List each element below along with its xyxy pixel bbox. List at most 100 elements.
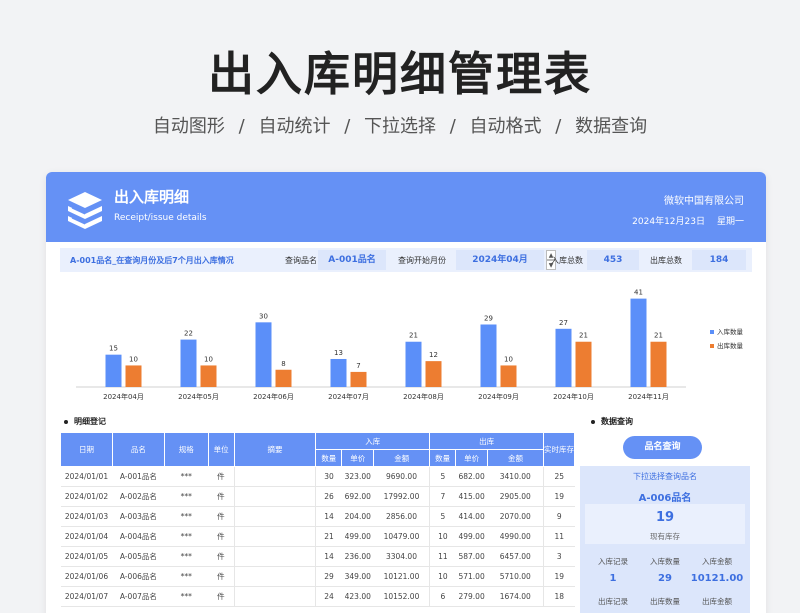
table-cell[interactable]: *** [164, 526, 209, 547]
table-cell[interactable]: 件 [208, 466, 235, 487]
table-cell[interactable]: 2024/01/07 [60, 586, 113, 607]
table-cell[interactable] [233, 586, 316, 607]
table-cell[interactable]: 9690.00 [373, 466, 430, 487]
table-cell[interactable]: 4990.00 [487, 526, 544, 547]
x-tick-label: 2024年08月 [403, 392, 444, 401]
table-cell[interactable]: 24 [315, 586, 342, 607]
product-query-select[interactable]: A-001品名 [318, 250, 386, 270]
table-cell[interactable]: 17992.00 [373, 486, 430, 507]
table-cell[interactable]: 10121.00 [373, 566, 430, 587]
table-cell[interactable]: A-007品名 [112, 586, 165, 607]
table-cell[interactable]: 204.00 [341, 506, 374, 527]
feature-list: 自动图形 / 自动统计 / 下拉选择 / 自动格式 / 数据查询 [0, 112, 800, 138]
feature-separator: / [555, 116, 562, 137]
table-cell[interactable]: A-002品名 [112, 486, 165, 507]
table-cell[interactable]: 323.00 [341, 466, 374, 487]
table-cell[interactable]: 件 [208, 506, 235, 527]
table-cell[interactable]: *** [164, 586, 209, 607]
table-cell[interactable]: *** [164, 486, 209, 507]
bar [405, 341, 422, 387]
table-cell[interactable]: 414.00 [455, 506, 488, 527]
table-cell[interactable]: 10 [429, 526, 456, 547]
table-cell[interactable]: 26 [315, 486, 342, 507]
table-cell[interactable]: 2856.00 [373, 506, 430, 527]
table-cell[interactable]: *** [164, 566, 209, 587]
table-cell[interactable] [233, 486, 316, 507]
table-cell[interactable] [233, 506, 316, 527]
table-cell[interactable]: 21 [315, 526, 342, 547]
table-cell[interactable]: 11 [542, 526, 575, 547]
table-cell[interactable]: 2024/01/04 [60, 526, 113, 547]
table-cell[interactable]: A-001品名 [112, 466, 165, 487]
table-cell[interactable]: 10479.00 [373, 526, 430, 547]
table-cell[interactable]: A-004品名 [112, 526, 165, 547]
table-cell[interactable]: 11 [429, 546, 456, 567]
table-cell[interactable]: 18 [542, 586, 575, 607]
table-cell[interactable]: 7 [429, 486, 456, 507]
table-cell[interactable]: 10 [429, 566, 456, 587]
table-cell[interactable]: 19 [542, 566, 575, 587]
table-cell[interactable]: 2024/01/01 [60, 466, 113, 487]
table-cell[interactable]: 29 [315, 566, 342, 587]
table-cell[interactable]: 2024/01/02 [60, 486, 113, 507]
table-cell[interactable]: 14 [315, 506, 342, 527]
table-cell[interactable]: 3 [542, 546, 575, 567]
table-cell[interactable]: 件 [208, 546, 235, 567]
table-cell[interactable]: 2024/01/06 [60, 566, 113, 587]
table-cell[interactable]: 1674.00 [487, 586, 544, 607]
table-cell[interactable]: 5710.00 [487, 566, 544, 587]
table-cell[interactable]: 349.00 [341, 566, 374, 587]
table-cell[interactable]: 499.00 [341, 526, 374, 547]
query-section-title: 数据查询 [591, 416, 633, 427]
table-cell[interactable]: A-005品名 [112, 546, 165, 567]
table-cell[interactable]: 25 [542, 466, 575, 487]
company-name: 微软中国有限公司 [664, 196, 744, 207]
weekday-value: 星期一 [716, 217, 744, 227]
table-cell[interactable] [233, 566, 316, 587]
month-query-input[interactable]: 2024年04月 [456, 250, 544, 270]
table-cell[interactable]: 5 [429, 506, 456, 527]
table-cell[interactable]: 3304.00 [373, 546, 430, 567]
table-cell[interactable]: A-006品名 [112, 566, 165, 587]
stock-label: 现有库存 [650, 532, 680, 541]
table-cell[interactable]: 692.00 [341, 486, 374, 507]
table-cell[interactable] [233, 466, 316, 487]
table-cell[interactable]: 2905.00 [487, 486, 544, 507]
table-cell[interactable]: 587.00 [455, 546, 488, 567]
table-cell[interactable]: 30 [315, 466, 342, 487]
table-cell[interactable]: 6 [429, 586, 456, 607]
table-cell[interactable]: 6457.00 [487, 546, 544, 567]
table-cell[interactable] [233, 546, 316, 567]
table-cell[interactable]: 415.00 [455, 486, 488, 507]
table-cell[interactable]: 423.00 [341, 586, 374, 607]
table-cell[interactable]: A-003品名 [112, 506, 165, 527]
table-cell[interactable] [233, 526, 316, 547]
table-cell[interactable]: 682.00 [455, 466, 488, 487]
table-cell[interactable]: 2024/01/03 [60, 506, 113, 527]
out-total-value: 184 [692, 250, 746, 270]
table-cell[interactable]: 2024/01/05 [60, 546, 113, 567]
table-cell[interactable]: *** [164, 546, 209, 567]
table-cell[interactable]: *** [164, 506, 209, 527]
table-cell[interactable]: 件 [208, 526, 235, 547]
table-cell[interactable]: 10152.00 [373, 586, 430, 607]
table-cell[interactable]: 5 [429, 466, 456, 487]
table-cell[interactable]: 236.00 [341, 546, 374, 567]
table-cell[interactable]: 3410.00 [487, 466, 544, 487]
table-cell[interactable]: 2070.00 [487, 506, 544, 527]
table-cell[interactable]: 571.00 [455, 566, 488, 587]
table-cell[interactable]: 件 [208, 486, 235, 507]
product-query-button[interactable]: 品名查询 [623, 436, 702, 459]
table-cell[interactable]: 14 [315, 546, 342, 567]
table-cell[interactable]: *** [164, 466, 209, 487]
table-cell[interactable]: 19 [542, 486, 575, 507]
table-cell[interactable]: 279.00 [455, 586, 488, 607]
table-cell[interactable]: 件 [208, 586, 235, 607]
query-product-select[interactable]: A-006品名 [580, 489, 750, 504]
stock-box: 19 现有库存 [585, 504, 745, 544]
bar [650, 341, 667, 387]
table-cell[interactable]: 9 [542, 506, 575, 527]
books-icon [64, 186, 106, 234]
table-cell[interactable]: 499.00 [455, 526, 488, 547]
table-cell[interactable]: 件 [208, 566, 235, 587]
